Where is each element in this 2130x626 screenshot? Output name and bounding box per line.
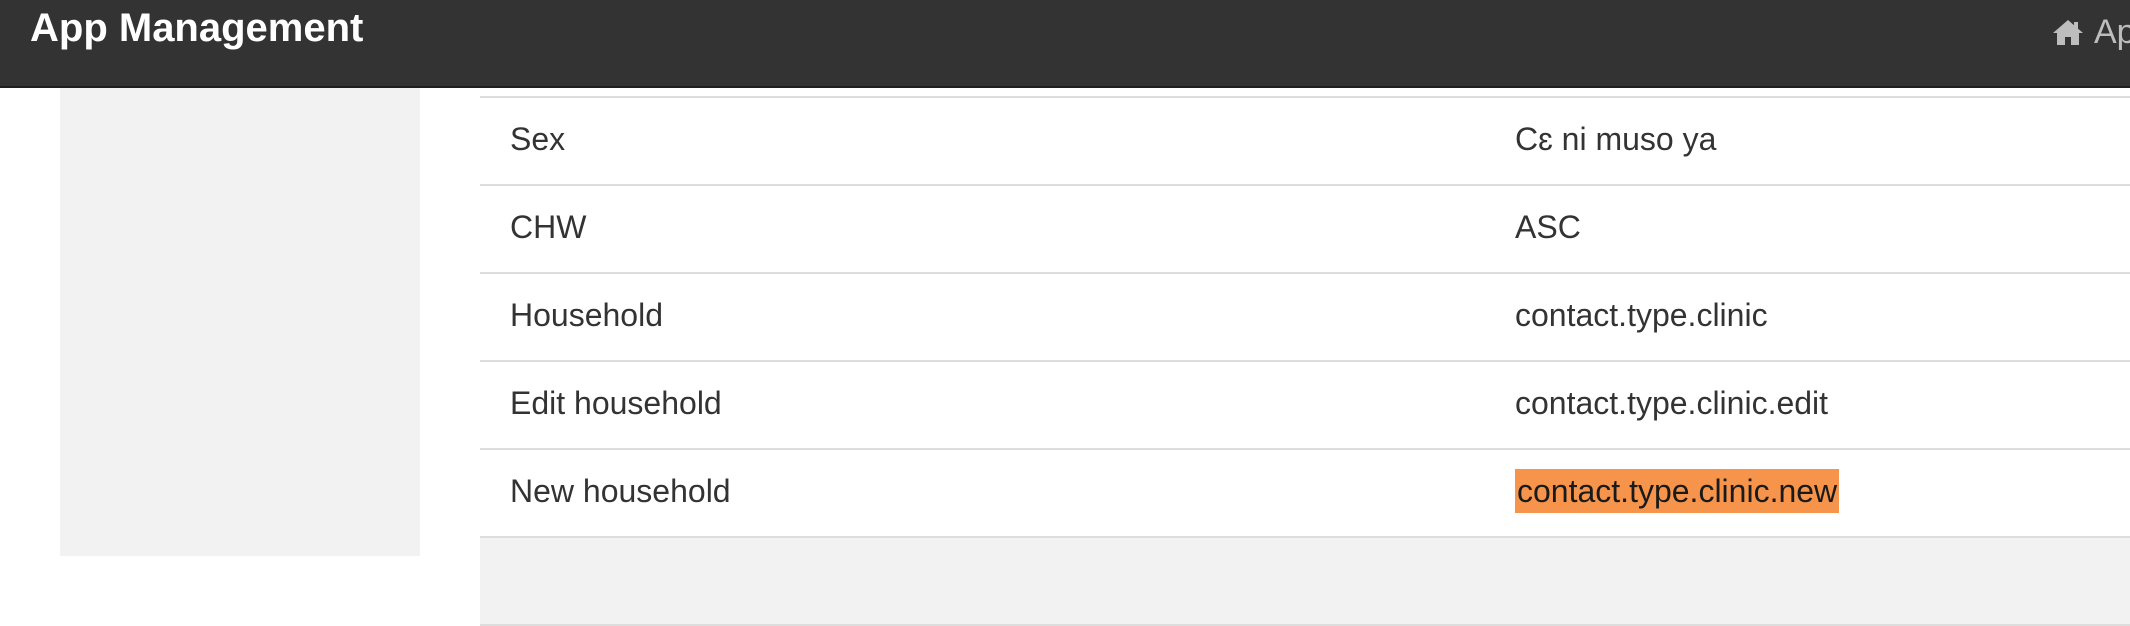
table-row: CHW ASC bbox=[480, 186, 2130, 274]
row-key: CHW bbox=[510, 209, 587, 245]
row-key: Household bbox=[510, 297, 663, 333]
breadcrumb-label[interactable]: Ap bbox=[2094, 13, 2130, 52]
home-icon bbox=[2053, 20, 2083, 45]
row-value: ASC bbox=[1515, 209, 1581, 245]
main-content: Sex Cɛ ni muso ya CHW ASC Household cont… bbox=[420, 88, 2130, 626]
row-value-highlighted: contact.type.clinic.new bbox=[1515, 469, 1840, 513]
table-row: New household contact.type.clinic.new bbox=[480, 450, 2130, 538]
app-title: App Management bbox=[30, 6, 364, 50]
row-value: Cɛ ni muso ya bbox=[1515, 121, 1717, 157]
row-key: New household bbox=[510, 473, 731, 509]
sidebar bbox=[60, 88, 420, 556]
table-row: Household contact.type.clinic bbox=[480, 274, 2130, 362]
breadcrumb[interactable]: Ap bbox=[2052, 12, 2130, 52]
row-key: Edit household bbox=[510, 385, 722, 421]
table-row: Edit household contact.type.clinic.edit bbox=[480, 362, 2130, 450]
row-value: contact.type.clinic.edit bbox=[1515, 385, 1829, 421]
row-value: contact.type.clinic bbox=[1515, 297, 1768, 333]
app-header: App Management Ap bbox=[0, 0, 2130, 88]
table-row bbox=[480, 538, 2130, 626]
row-key: Sex bbox=[510, 121, 566, 157]
translations-table: Sex Cɛ ni muso ya CHW ASC Household cont… bbox=[480, 96, 2130, 626]
table-row: Sex Cɛ ni muso ya bbox=[480, 98, 2130, 186]
